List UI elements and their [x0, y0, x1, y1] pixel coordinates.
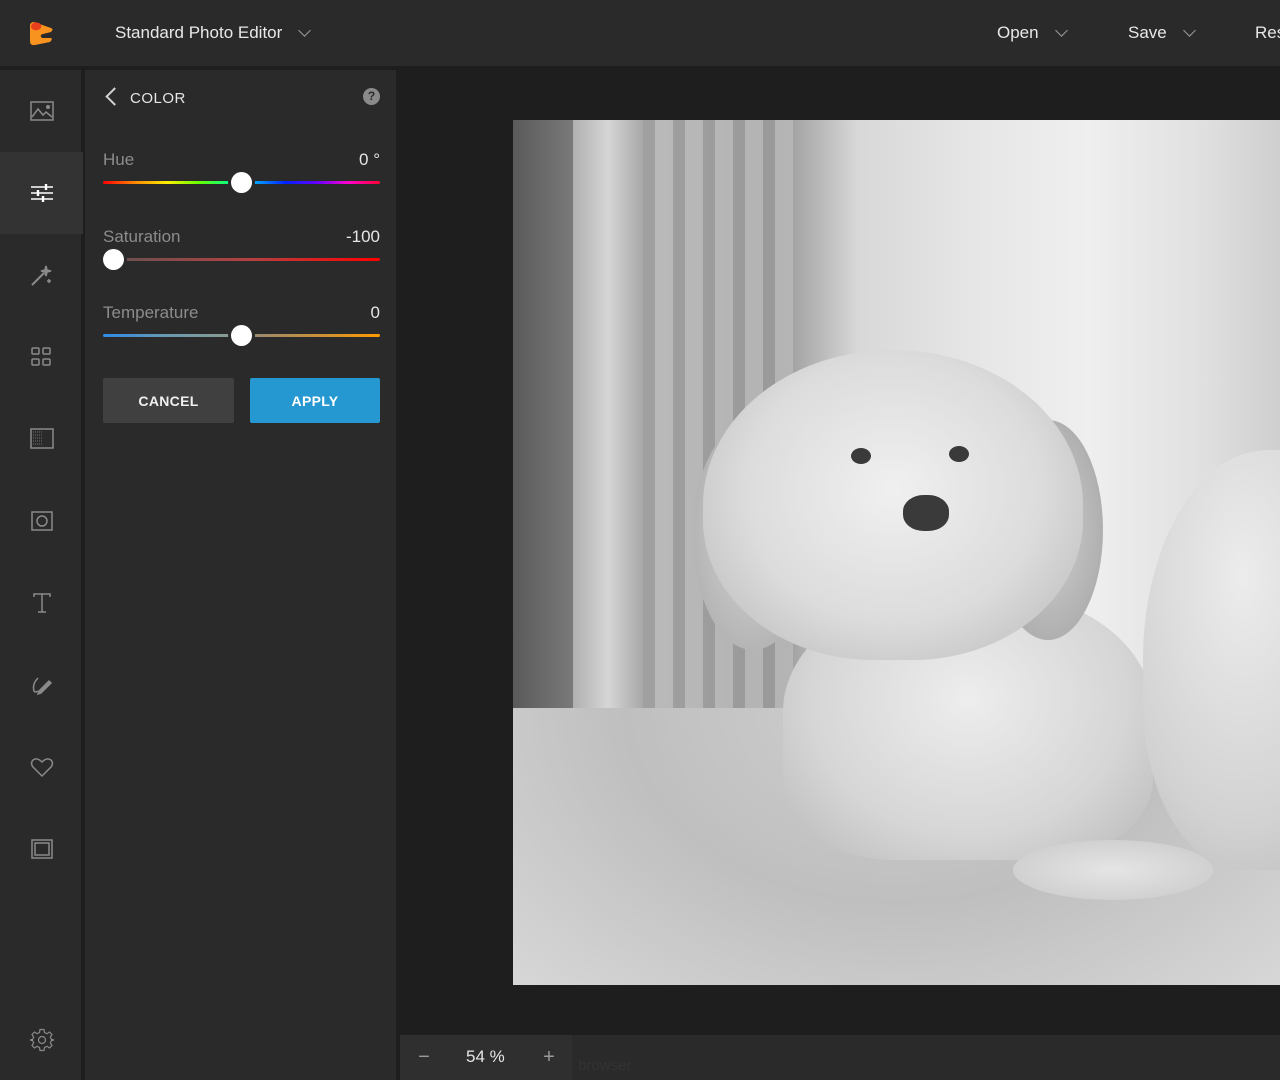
sidebar-item-texture[interactable] [0, 398, 83, 480]
back-button[interactable] [102, 86, 122, 108]
sidebar-item-stickers[interactable] [0, 726, 83, 808]
hue-track-left[interactable] [103, 181, 231, 184]
sidebar-item-grid[interactable] [0, 316, 83, 398]
hue-track-right[interactable] [254, 181, 380, 184]
settings-button[interactable] [0, 1000, 83, 1080]
brush-icon [32, 677, 52, 696]
hue-value: 0 ° [359, 150, 380, 169]
temperature-track-right[interactable] [254, 334, 380, 337]
temperature-track-left[interactable] [103, 334, 231, 337]
help-button[interactable]: ? [363, 88, 380, 105]
zoom-in-button[interactable]: + [539, 1047, 559, 1067]
sidebar-item-effects[interactable] [0, 234, 83, 316]
logo-icon [30, 22, 53, 46]
open-label: Open [997, 23, 1039, 42]
top-bar: Standard Photo Editor Open Save Res [0, 0, 1280, 68]
sidebar-item-frames[interactable] [0, 808, 83, 890]
editor-mode-dropdown[interactable]: Standard Photo Editor [115, 23, 312, 43]
apply-button[interactable]: APPLY [250, 378, 380, 423]
canvas-area [400, 70, 1280, 1035]
saturation-track[interactable] [125, 258, 380, 261]
vignette-icon [30, 511, 53, 531]
save-label: Save [1128, 23, 1167, 42]
sidebar-item-image[interactable] [0, 70, 83, 152]
chevron-down-icon [1054, 24, 1068, 37]
gear-icon [29, 1028, 54, 1052]
sidebar-item-vignette[interactable] [0, 480, 83, 562]
zoom-controls: − 54 % + [400, 1035, 572, 1080]
frame-icon [30, 839, 53, 859]
photo-canvas[interactable] [513, 120, 1280, 985]
reset-label: Res [1255, 23, 1280, 42]
panel-title: COLOR [130, 90, 186, 107]
sidebar-item-draw[interactable] [0, 644, 83, 726]
color-panel: COLOR ? Hue 0 ° Saturation -100 Temperat… [85, 70, 398, 1080]
hue-label: Hue [103, 150, 135, 169]
zoom-level[interactable]: 54 % [466, 1047, 505, 1067]
chevron-down-icon [298, 24, 312, 37]
heart-icon [30, 758, 53, 778]
saturation-slider-thumb[interactable] [103, 249, 124, 270]
app-logo[interactable] [27, 20, 55, 46]
ghost-text: browser [578, 1057, 632, 1074]
image-icon [29, 101, 54, 121]
cancel-button[interactable]: CANCEL [103, 378, 234, 423]
panel-header: COLOR ? [85, 70, 398, 125]
saturation-value: -100 [345, 227, 380, 246]
save-menu[interactable]: Save [1128, 23, 1196, 43]
grid-icon [30, 347, 51, 366]
temperature-value: 0 [370, 303, 380, 322]
sidebar-item-adjustments[interactable] [0, 152, 83, 234]
open-menu[interactable]: Open [997, 23, 1068, 43]
magic-wand-icon [30, 265, 51, 286]
zoom-out-button[interactable]: − [414, 1047, 434, 1067]
texture-icon [29, 428, 54, 449]
zoom-bar: − 54 % + browser [400, 1035, 1280, 1080]
sidebar-item-text[interactable] [0, 562, 83, 644]
temperature-label: Temperature [103, 303, 199, 322]
temperature-slider-thumb[interactable] [231, 325, 252, 346]
text-icon [32, 593, 51, 613]
saturation-label: Saturation [103, 227, 181, 246]
hue-slider-thumb[interactable] [231, 172, 252, 193]
reset-menu[interactable]: Res [1255, 23, 1280, 43]
app-title: Standard Photo Editor [115, 23, 283, 42]
tool-sidebar [0, 70, 83, 1080]
sliders-icon [30, 184, 53, 202]
chevron-down-icon [1182, 24, 1196, 37]
